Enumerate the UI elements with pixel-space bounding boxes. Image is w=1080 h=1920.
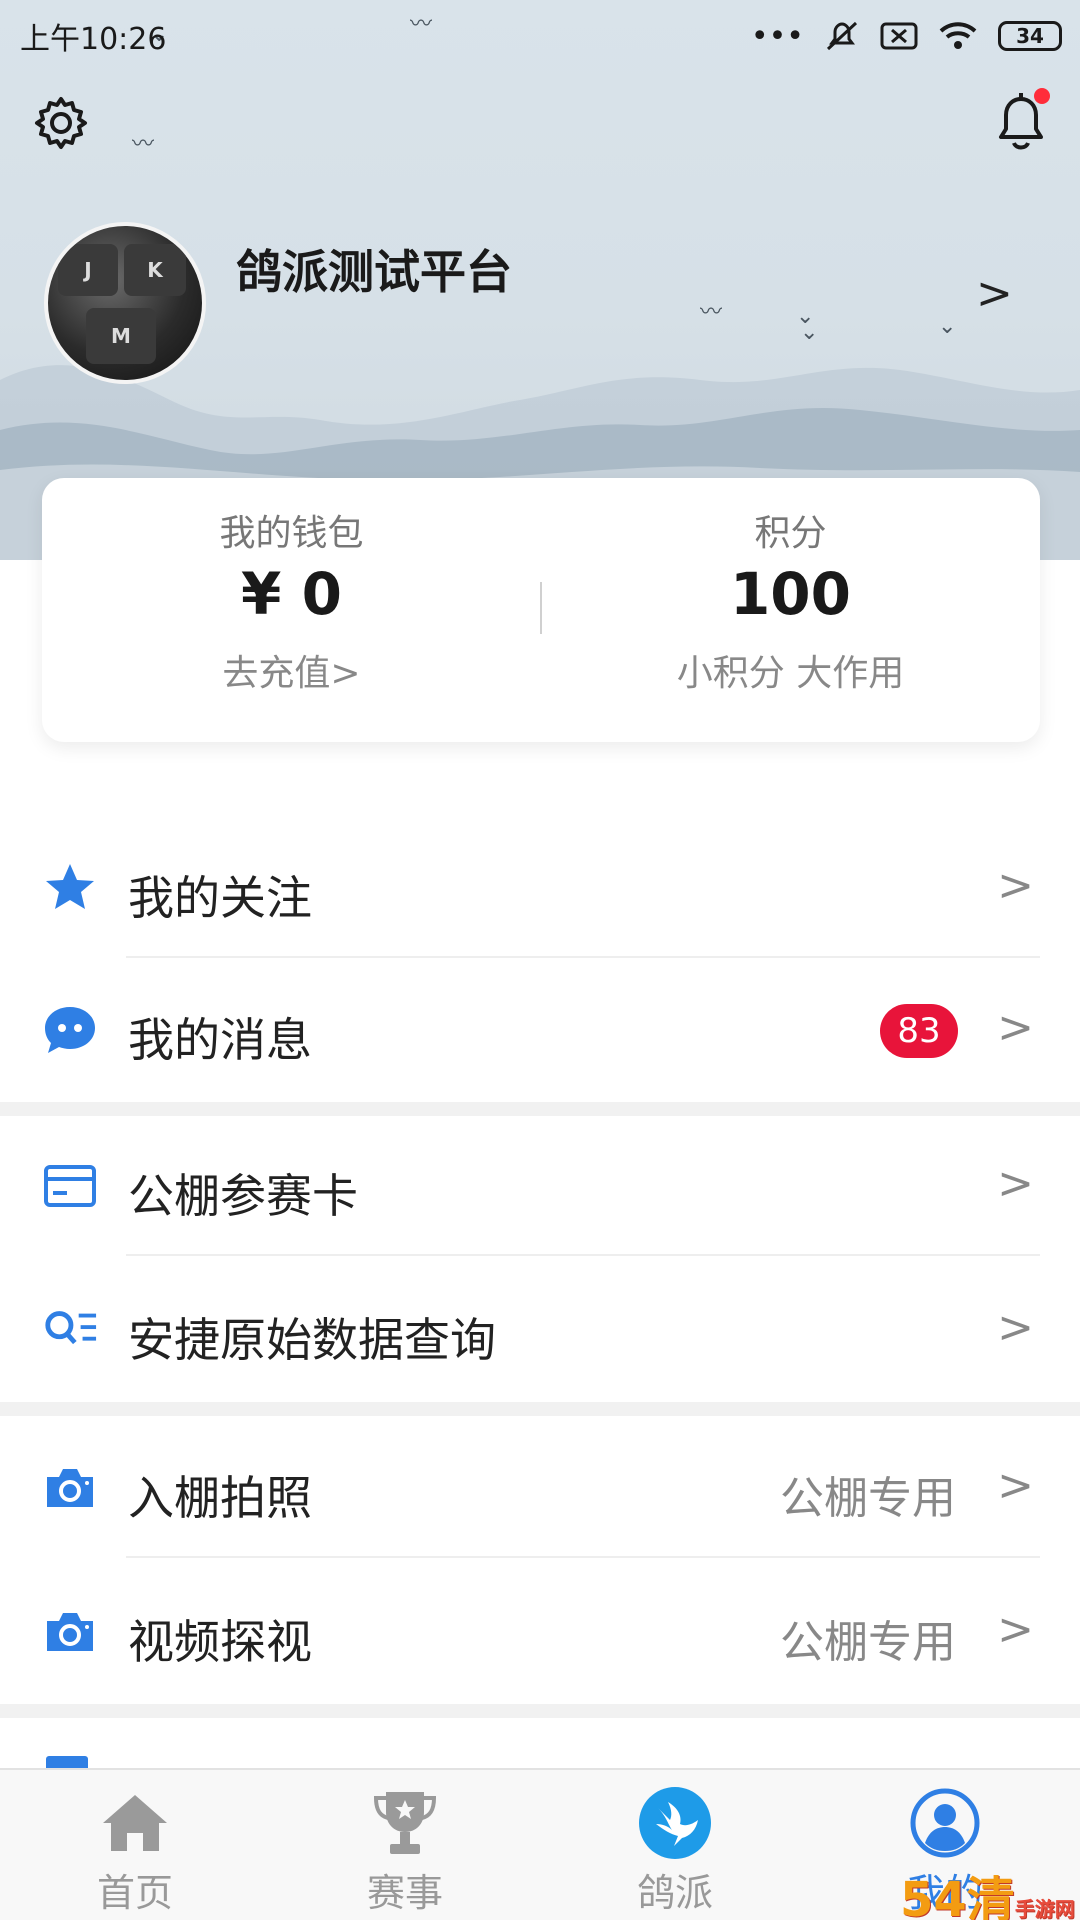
watermark-logo: 54清手游网 [900,1860,1075,1920]
divider [126,956,1040,958]
points-slogan: 小积分 大作用 [676,653,905,694]
menu-item-data-query[interactable]: 安捷原始数据查询 > [0,1260,1080,1400]
menu-item-video-visit[interactable]: 视频探视 公棚专用 > [0,1562,1080,1702]
gear-icon [35,97,87,149]
tab-label: 鸽派 [636,1871,713,1915]
camera-icon [42,1460,98,1516]
points-label: 积分 [754,513,827,554]
sim-off-icon [880,22,918,50]
avatar-key: M [86,308,156,364]
menu-item-label: 入棚拍照 [128,1471,312,1525]
tab-gepai[interactable]: 鸽派 [540,1770,810,1920]
wallet-section[interactable]: 我的钱包 ¥ 0 去充值> [42,478,541,742]
trophy-icon [366,1784,444,1862]
card-icon [42,1158,98,1214]
home-icon [96,1784,174,1862]
bird-decoration: ⌄ [938,314,957,339]
wallet-balance: ¥ 0 [241,560,342,628]
bird-decoration: 〰 [700,300,723,325]
more-dots-icon: ••• [750,18,804,54]
menu-item-label: 我的关注 [128,871,312,925]
notifications-button[interactable] [988,88,1054,154]
chevron-right-icon: > [997,1158,1034,1209]
tab-home[interactable]: 首页 [0,1770,270,1920]
unread-badge: 83 [880,1004,958,1058]
menu-item-loft-photo[interactable]: 入棚拍照 公棚专用 > [0,1418,1080,1558]
bird-decoration: 〰 [132,132,155,157]
wallet-label: 我的钱包 [219,513,364,554]
watermark-sub: 手游网 [1014,1897,1075,1920]
avatar-key: J [58,244,118,296]
tab-label: 首页 [96,1871,173,1915]
camera-icon [42,1604,98,1660]
chevron-right-icon: > [997,1604,1034,1655]
user-icon [906,1784,984,1862]
tab-label: 赛事 [366,1871,443,1915]
settings-button[interactable] [28,90,94,156]
profile-name[interactable]: 鸽派测试平台 [236,236,512,302]
menu-item-label: 安捷原始数据查询 [128,1313,496,1367]
avatar[interactable]: J K M [44,222,206,384]
menu-item-label: 视频探视 [128,1615,312,1669]
section-separator [0,1402,1080,1416]
tab-events[interactable]: 赛事 [270,1770,540,1920]
menu-item-label: 我的消息 [128,1013,312,1067]
status-bar: 上午10:26 ••• 34 [0,0,1080,72]
section-separator [0,1704,1080,1718]
pigeon-icon [636,1784,714,1862]
recharge-link[interactable]: 去充值> [42,644,541,696]
menu-item-tag: 公棚专用 [780,1473,956,1524]
partial-menu-icon [46,1756,88,1768]
points-section[interactable]: 积分 100 小积分 大作用 [541,478,1040,742]
search-list-icon [42,1302,98,1358]
chevron-right-icon: > [997,1302,1034,1353]
divider [126,1254,1040,1256]
chevron-right-icon: > [997,1002,1034,1053]
wallet-points-card: 我的钱包 ¥ 0 去充值> 积分 100 小积分 大作用 [42,478,1040,742]
menu-item-messages[interactable]: 我的消息 83 > [0,960,1080,1100]
wifi-icon [939,22,977,49]
divider [126,1556,1040,1558]
points-value: 100 [729,560,852,628]
profile-arrow-icon[interactable]: > [976,268,1013,319]
watermark-text: 54清 [900,1872,1015,1920]
chevron-right-icon: > [997,1460,1034,1511]
star-icon [42,860,98,916]
chevron-right-icon: > [997,860,1034,911]
notification-dot [1034,88,1050,104]
mute-bell-icon [826,21,858,51]
status-icons: ••• 34 [751,19,1062,54]
avatar-key: K [124,244,186,296]
section-separator [0,1102,1080,1116]
battery-indicator: 34 [998,21,1062,51]
status-time: 上午10:26 [20,22,167,57]
menu-item-label: 公棚参赛卡 [128,1169,358,1223]
chat-bubble-icon [42,1002,98,1058]
menu-item-entry-card[interactable]: 公棚参赛卡 > [0,1116,1080,1256]
menu-item-follows[interactable]: 我的关注 > [0,818,1080,958]
menu-item-tag: 公棚专用 [780,1617,956,1668]
